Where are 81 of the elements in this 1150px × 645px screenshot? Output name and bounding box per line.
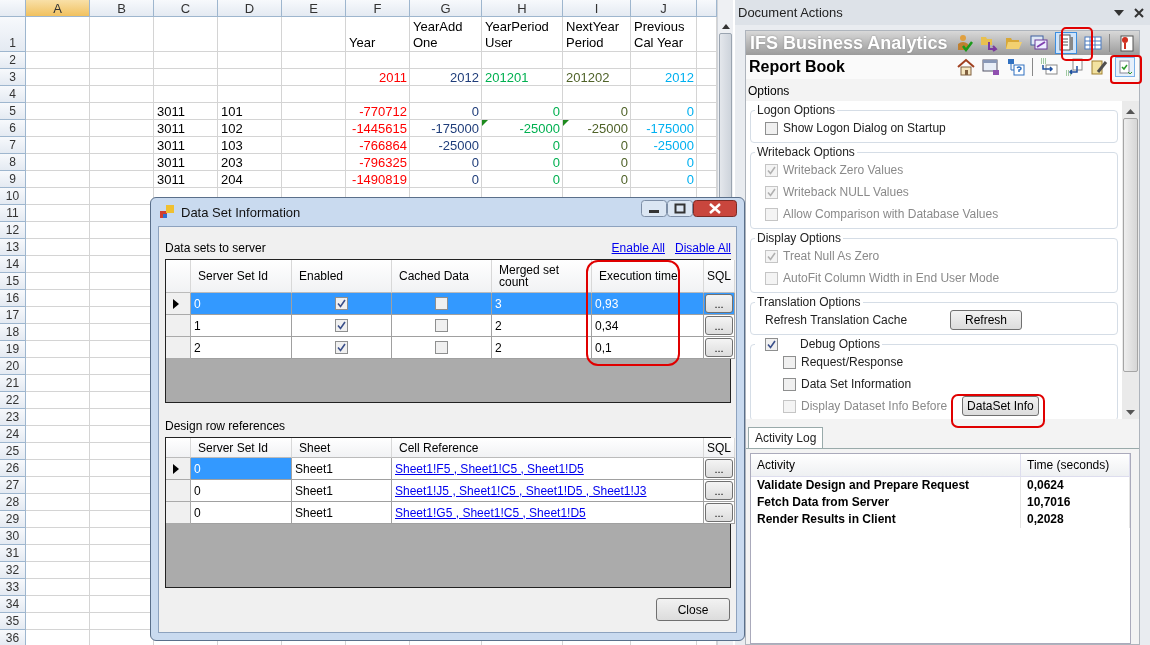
cell-value: 3011	[157, 155, 185, 170]
cell-value: 0	[552, 155, 560, 170]
cell-value: YearAdd One	[413, 19, 464, 51]
table-cell: 0,2028	[1021, 511, 1130, 528]
cell-value: 0	[620, 172, 628, 187]
table-cell: 2	[492, 315, 592, 337]
table-cell: 2	[492, 337, 592, 359]
table-cell: Sheet1	[292, 480, 392, 502]
cell-value: 0	[471, 172, 479, 187]
table-cell: 2	[191, 337, 292, 359]
cell-value: 0	[552, 172, 560, 187]
cell-value: -766864	[359, 138, 407, 153]
product-title: IFS Business Analytics	[750, 32, 948, 54]
cell-value: 203	[221, 155, 243, 170]
section-title: Options	[747, 83, 791, 100]
cell-value: 0	[471, 155, 479, 170]
dialog-title: Data Set Information	[181, 204, 302, 220]
cell-value: -1490819	[352, 172, 407, 187]
cell-value: 201201	[485, 70, 529, 85]
cell-value: -796325	[359, 155, 407, 170]
column-header: Time (seconds)	[1021, 454, 1130, 477]
cell-value: -25000	[438, 138, 479, 153]
cell-value: 2011	[379, 70, 407, 85]
cell-value: NextYear Period	[566, 19, 620, 51]
cell-value: 0	[620, 155, 628, 170]
column-header: Activity	[751, 454, 1021, 477]
cell-value: -25000	[587, 121, 628, 136]
table-cell: 0,34	[592, 315, 704, 337]
option-label: Refresh Translation Cache	[765, 313, 909, 327]
cell-value: Previous Cal Year	[634, 19, 686, 51]
table-cell: 10,7016	[1021, 494, 1130, 511]
table-cell: Validate Design and Prepare Request	[751, 477, 1021, 494]
table-cell: 0,1	[592, 337, 704, 359]
cell-value: -175000	[431, 121, 479, 136]
group-title: Debug Options	[800, 337, 881, 351]
group-title: Writeback Options	[757, 145, 855, 159]
table-cell: 3	[492, 293, 592, 315]
cell-value: 102	[221, 121, 243, 136]
cell-value: 3011	[157, 121, 185, 136]
section-label: Data sets to server	[165, 241, 266, 255]
section-label: Design row references	[165, 419, 286, 433]
table-cell: Render Results in Client	[751, 511, 1021, 528]
cell-value: 0	[686, 104, 694, 119]
cell-value: -25000	[653, 138, 694, 153]
table-cell: 0	[191, 502, 292, 524]
cell-value: -25000	[519, 121, 560, 136]
group-title: Translation Options	[757, 295, 861, 309]
table-cell: Sheet1	[292, 502, 392, 524]
cell-value: 103	[221, 138, 243, 153]
cell-value: Year	[349, 35, 376, 51]
page-title: Report Book	[749, 58, 845, 76]
cell-value: 0	[620, 104, 628, 119]
group-title: Logon Options	[757, 103, 836, 117]
cell-value: -175000	[646, 121, 694, 136]
cell-value: 0	[552, 138, 560, 153]
cell-value: 3011	[157, 172, 185, 187]
cell-value: 101	[221, 104, 243, 119]
cell-value: 204	[221, 172, 243, 187]
cell-value: 0	[471, 104, 479, 119]
cell-value: 0	[620, 138, 628, 153]
table-cell: 0,0624	[1021, 477, 1130, 494]
cell-value: YearPeriod User	[485, 19, 550, 51]
cell-value: 0	[686, 172, 694, 187]
cell-value: 3011	[157, 138, 185, 153]
group-title: Display Options	[757, 231, 842, 245]
cell-value: 0	[686, 155, 694, 170]
pane-title: Document Actions	[738, 5, 844, 20]
table-cell: Sheet1	[292, 458, 392, 480]
table-cell: 0,93	[592, 293, 704, 315]
table-cell: 0	[191, 480, 292, 502]
table-cell: 0	[191, 293, 292, 315]
cell-value: 2012	[665, 70, 694, 85]
cell-value: 201202	[566, 70, 610, 85]
cell-value: 3011	[157, 104, 185, 119]
cell-value: 2012	[450, 70, 479, 85]
table-cell: Fetch Data from Server	[751, 494, 1021, 511]
cell-value: 0	[552, 104, 560, 119]
cell-value: -1445615	[352, 121, 407, 136]
cell-value: -770712	[359, 104, 407, 119]
table-cell: 1	[191, 315, 292, 337]
table-cell: 0	[191, 458, 292, 480]
